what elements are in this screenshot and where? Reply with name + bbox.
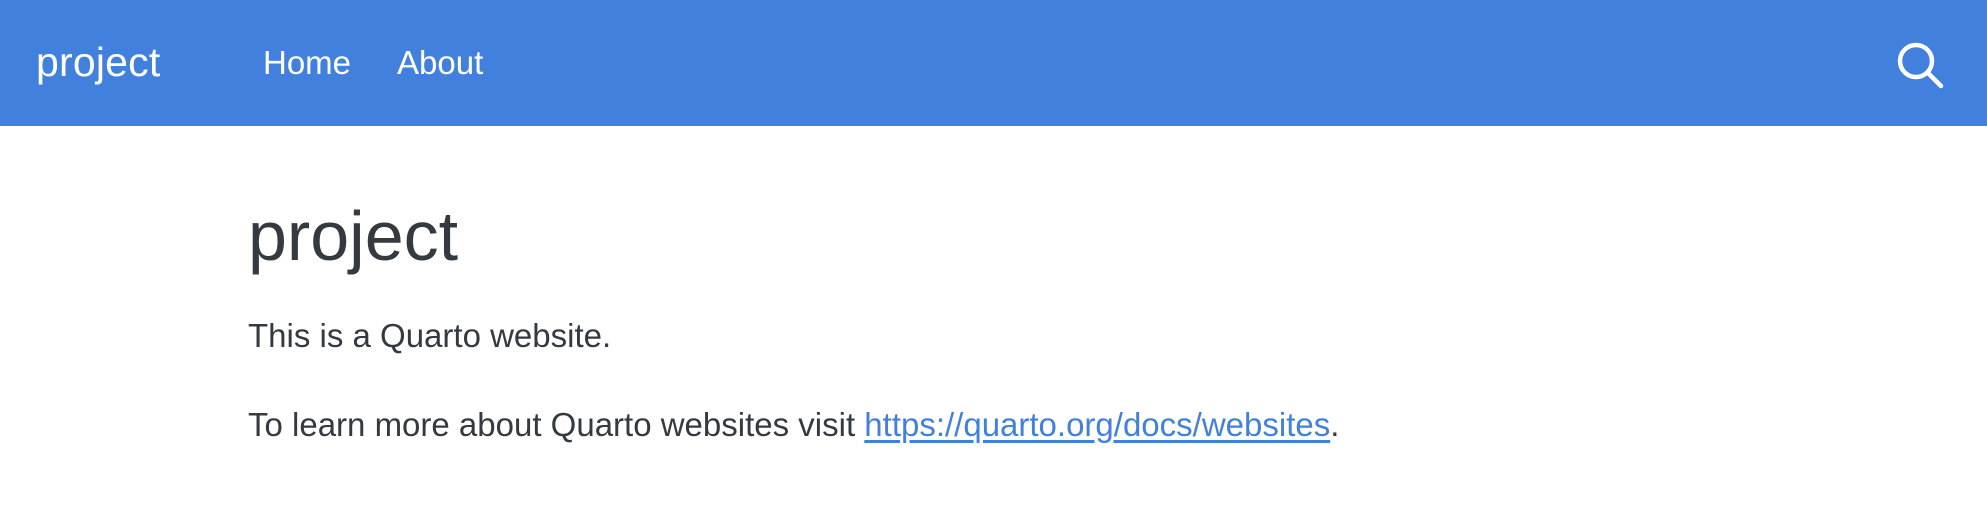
nav-link-home[interactable]: Home [263,43,351,83]
learn-more-text: To learn more about Quarto websites visi… [248,406,865,443]
nav-link-about[interactable]: About [397,43,483,83]
search-icon [1897,42,1944,89]
page-title: project [248,197,459,275]
quarto-websites-link[interactable]: https://quarto.org/docs/websites [864,406,1330,443]
top-navbar: project Home About [0,0,1987,126]
site-brand-link[interactable]: project [36,37,160,87]
learn-more-period: . [1330,406,1340,443]
search-button[interactable] [1896,41,1944,89]
intro-paragraph: This is a Quarto website. [248,317,612,354]
learn-more-paragraph: To learn more about Quarto websites visi… [248,404,1339,446]
